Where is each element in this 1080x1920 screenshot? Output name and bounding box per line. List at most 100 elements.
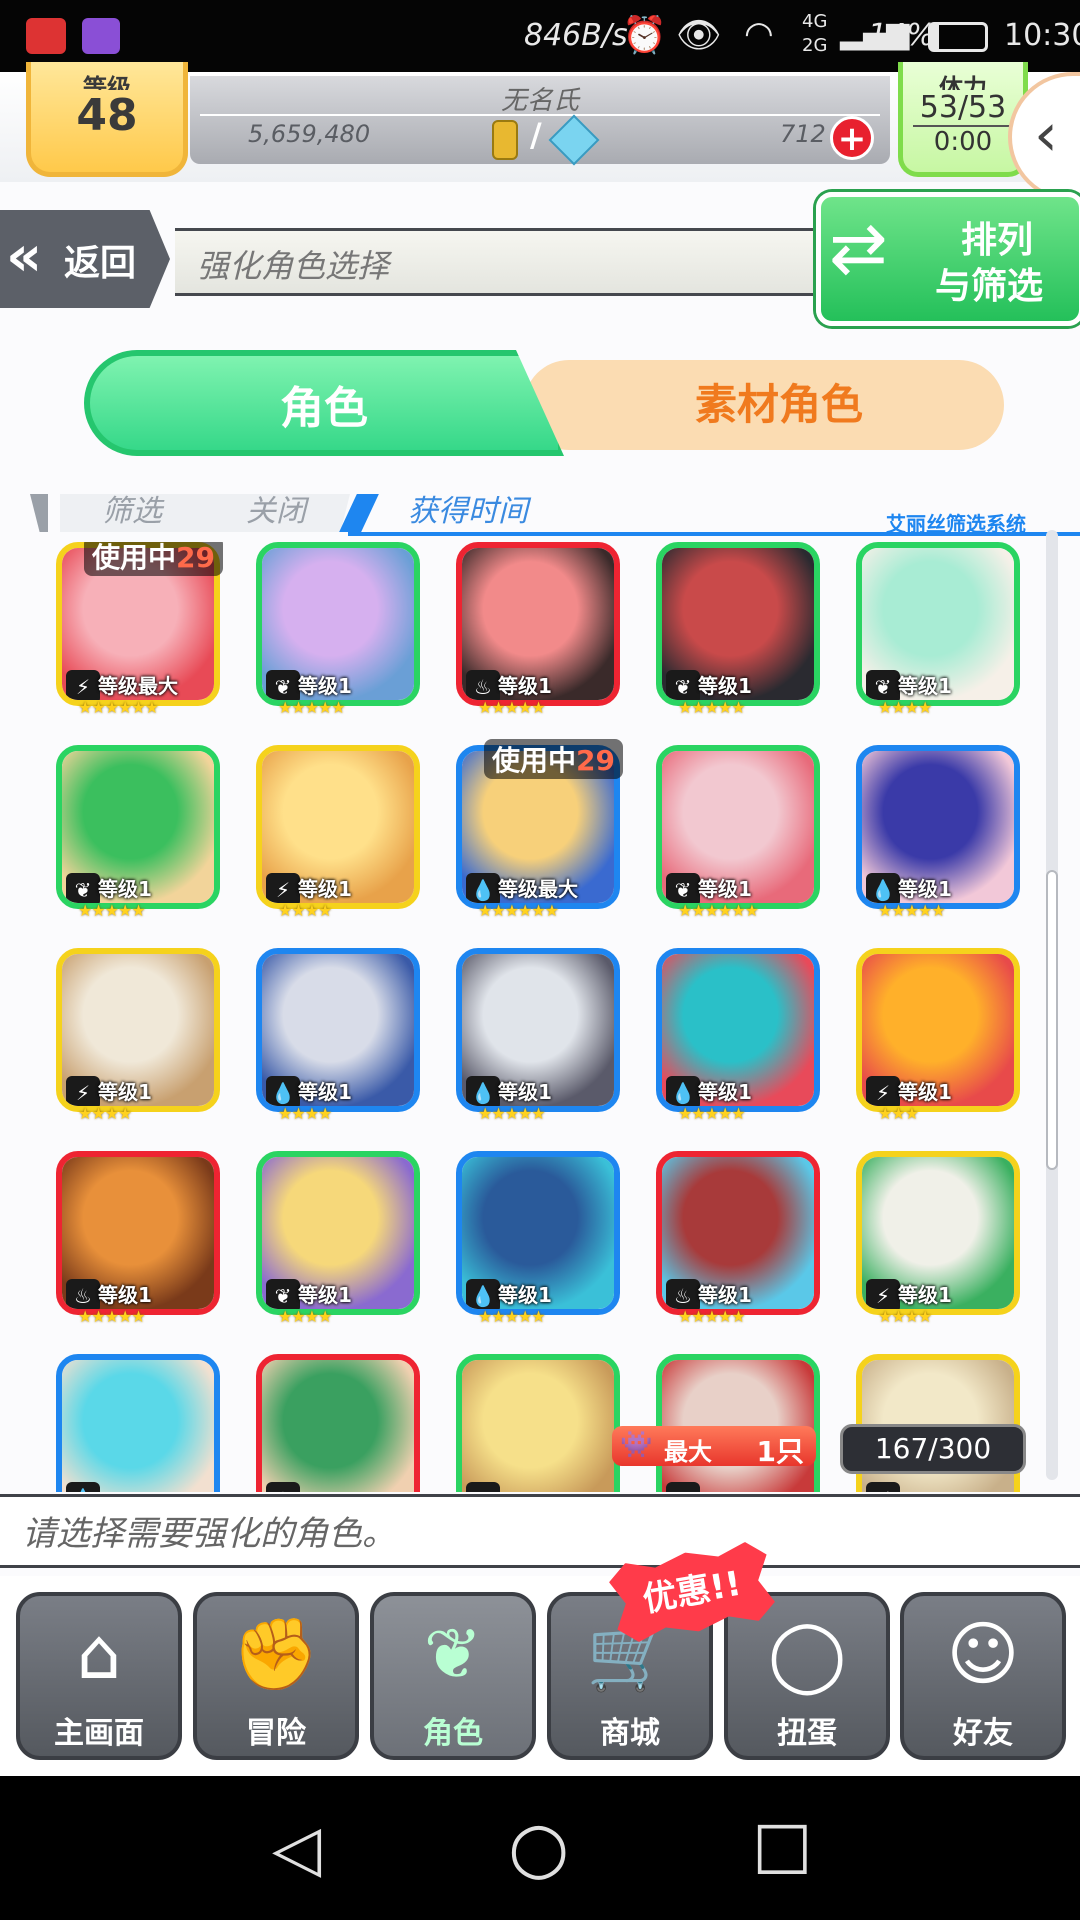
character-card[interactable]: ❦ 等级1 ★★★★★	[256, 542, 426, 718]
rarity-stars: ★★★★★	[78, 901, 146, 920]
filter-row: 筛选 关闭 获得时间 艾丽丝筛选系统	[30, 486, 1080, 536]
filter-label[interactable]: 筛选	[102, 486, 162, 530]
character-card[interactable]: 💧	[56, 1354, 226, 1492]
rarity-stars: ★★★★★	[78, 1307, 146, 1326]
filter-system-label: 艾丽丝筛选系统	[886, 512, 1026, 536]
character-portrait	[262, 1360, 414, 1492]
character-card[interactable]: 💧 等级1 ★★★★★	[856, 745, 1026, 921]
character-card[interactable]: ⚡ 等级1 ★★★★	[256, 745, 426, 921]
egg-icon: ◯	[767, 1613, 847, 1695]
coin-icon	[492, 120, 518, 160]
add-gems-button[interactable]: +	[830, 116, 874, 160]
element-attribute-icon: ❦	[466, 1482, 500, 1492]
rarity-stars: ★★★★★	[478, 698, 546, 717]
stamina-box: 体力 53/53 0:00	[898, 62, 1028, 177]
character-card[interactable]: ❦	[456, 1354, 626, 1492]
nav-friends-button[interactable]: ☺ 好友	[900, 1592, 1066, 1760]
clock: 10:30	[1004, 18, 1080, 53]
nav-character-label: 角色	[423, 1716, 483, 1751]
card-level: 等级1	[898, 1283, 952, 1307]
instruction-message: 请选择需要强化的角色。	[0, 1494, 1080, 1568]
character-card[interactable]: ⚡ 等级1 ★★★	[856, 948, 1026, 1124]
rarity-stars: ★★★★★	[678, 1307, 746, 1326]
back-triangle-icon[interactable]: ◁	[272, 1812, 321, 1886]
character-card[interactable]: ⚡ 等级1 ★★★★	[856, 1151, 1026, 1327]
card-frame: ♨	[256, 1354, 420, 1492]
character-card[interactable]: ❦ 等级1 ★★★★	[856, 542, 1026, 718]
character-card[interactable]: 💧 等级1 ★★★★★	[656, 948, 826, 1124]
character-card[interactable]: ♨ 等级1 ★★★★★	[56, 1151, 226, 1327]
card-level: 等级1	[498, 674, 552, 698]
character-card[interactable]: 💧 等级最大 ★★★★★★ 使用中29	[456, 739, 626, 921]
player-level-box: 等级 48	[26, 62, 188, 177]
character-card[interactable]: 💧 等级1 ★★★★★	[456, 948, 626, 1124]
rarity-stars: ★★★★★	[478, 1104, 546, 1123]
filter-value[interactable]: 关闭	[246, 486, 306, 530]
max-level-count-badge: 👾 最大 1只	[612, 1426, 816, 1468]
recents-square-icon[interactable]: □	[752, 1808, 812, 1882]
max-label: 最大	[664, 1438, 712, 1466]
card-level: 等级1	[298, 1283, 352, 1307]
character-card[interactable]: ❦ 等级1 ★★★★★	[56, 745, 226, 921]
character-card[interactable]: 💧 等级1 ★★★★	[256, 948, 426, 1124]
scroll-thumb[interactable]	[1046, 870, 1058, 1170]
card-level: 等级1	[298, 1080, 352, 1104]
gem-icon	[548, 114, 600, 166]
nav-character-button[interactable]: ❦ 角色	[370, 1592, 536, 1760]
character-card[interactable]: ❦	[656, 1354, 826, 1492]
tab-material-characters[interactable]: 素材角色	[524, 360, 1004, 450]
player-level: 48	[76, 90, 138, 141]
stamina-value: 53/53	[919, 90, 1007, 125]
eye-icon: 👁	[676, 15, 722, 56]
nav-gacha-label: 扭蛋	[777, 1716, 837, 1751]
chevron-left-icon: ‹	[1034, 100, 1058, 170]
character-card[interactable]: ♨	[256, 1354, 426, 1492]
battery-icon	[928, 22, 988, 52]
level-label: 等级	[83, 74, 131, 90]
element-attribute-icon: 💧	[66, 1482, 100, 1492]
nav-quest-button[interactable]: ✊ 冒险	[193, 1592, 359, 1760]
gem-count: 712	[780, 120, 826, 148]
character-card[interactable]: ♨ 等级1 ★★★★★	[456, 542, 626, 718]
card-level: 等级1	[498, 1080, 552, 1104]
player-info-bar: 无名氏 5,659,480 / 712 +	[190, 76, 890, 166]
sort-order-label[interactable]: 获得时间	[408, 486, 528, 530]
nav-home-button[interactable]: ⌂ 主画面	[16, 1592, 182, 1760]
nav-friends-label: 好友	[953, 1716, 1013, 1751]
character-portrait	[62, 1360, 214, 1492]
grid-scrollbar[interactable]	[1046, 530, 1058, 1480]
in-use-badge: 使用中29	[484, 739, 623, 779]
tab-characters[interactable]: 角色	[84, 350, 564, 456]
character-card[interactable]: ⚡ 等级1 ★★★★	[56, 948, 226, 1124]
player-name: 无名氏	[500, 86, 579, 116]
character-card[interactable]: ⚡ 等级最大 ★★★★★★ 使用中29	[56, 542, 226, 718]
back-label: 返回	[64, 243, 137, 284]
in-use-label: 使用中	[492, 744, 577, 777]
character-card[interactable]: ❦ 等级1 ★★★★★★	[656, 745, 826, 921]
card-level: 等级1	[898, 674, 952, 698]
rabbit-icon: ❦	[423, 1613, 483, 1695]
character-card[interactable]: ♨ 等级1 ★★★★★	[656, 1151, 826, 1327]
in-use-label: 使用中	[92, 542, 177, 574]
rarity-stars: ★★★★★	[278, 698, 346, 717]
home-circle-icon[interactable]: ○	[508, 1806, 569, 1888]
rarity-stars: ★★★★	[78, 1104, 132, 1123]
handshake-icon: ✊	[232, 1613, 320, 1695]
system-nav-bar: ◁ ○ □	[0, 1776, 1080, 1920]
nav-shop-label: 商城	[600, 1716, 660, 1751]
rarity-stars: ★★★★	[278, 1307, 332, 1326]
character-card[interactable]: ❦ 等级1 ★★★★	[256, 1151, 426, 1327]
element-attribute-icon: ❦	[666, 1482, 700, 1492]
rarity-stars: ★★★★★	[478, 1307, 546, 1326]
network-speed: 846B/s	[524, 18, 628, 53]
card-level: 等级1	[98, 877, 152, 901]
stamina-label: 体力	[939, 74, 987, 90]
sort-filter-button[interactable]: ⇄ 排列 与筛选	[816, 192, 1080, 326]
wifi-icon: ◠	[744, 14, 774, 54]
character-card[interactable]: ❦ 等级1 ★★★★★	[656, 542, 826, 718]
double-chevron-left-icon: «	[6, 224, 43, 289]
sort-label-line2: 与筛选	[935, 266, 1044, 307]
invader-icon: 👾	[620, 1430, 653, 1460]
character-card[interactable]: 💧 等级1 ★★★★★	[456, 1151, 626, 1327]
back-button[interactable]: « 返回	[0, 210, 170, 308]
